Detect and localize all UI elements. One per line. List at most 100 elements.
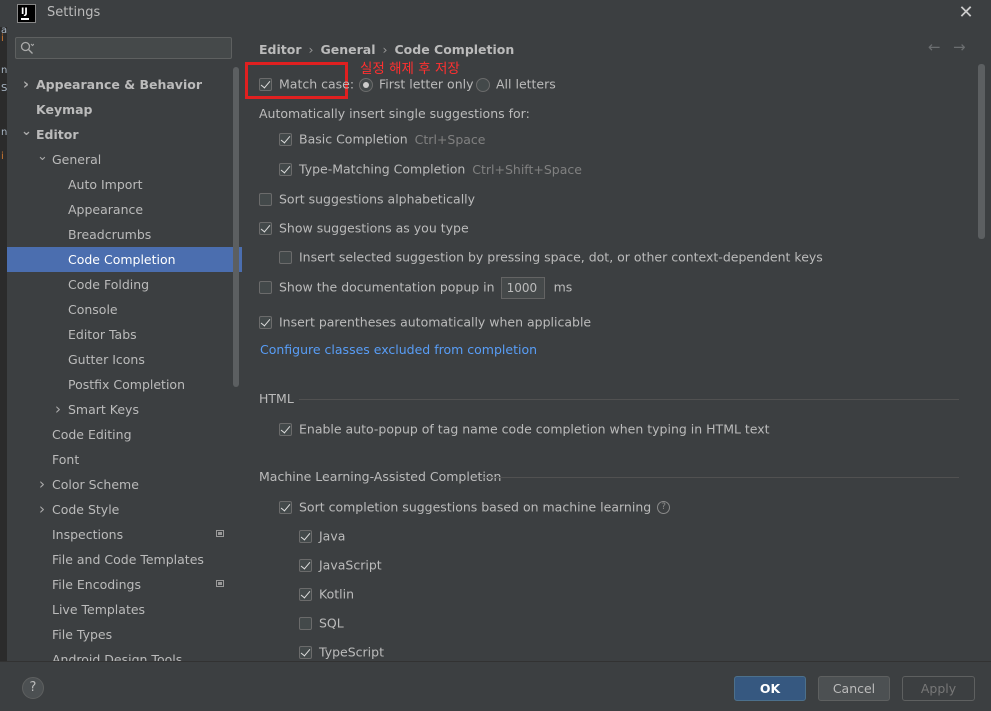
- ml-kotlin-label: Kotlin: [319, 586, 354, 602]
- sidebar-item-keymap[interactable]: Keymap: [7, 97, 242, 122]
- sidebar-item-code-editing[interactable]: Code Editing: [7, 422, 242, 447]
- edge-char: i: [1, 33, 4, 44]
- doc-popup-checkbox[interactable]: [259, 281, 272, 294]
- sidebar-item-file-types[interactable]: File Types: [7, 622, 242, 647]
- edge-char: i: [1, 151, 4, 162]
- basic-completion-checkbox[interactable]: [279, 133, 292, 146]
- sidebar-item-font[interactable]: Font: [7, 447, 242, 472]
- type-matching-checkbox[interactable]: [279, 163, 292, 176]
- sidebar-item-breadcrumbs[interactable]: Breadcrumbs: [7, 222, 242, 247]
- chevron-right-icon[interactable]: ›: [37, 472, 47, 497]
- insert-selected-checkbox[interactable]: [279, 251, 292, 264]
- sidebar-item-label: Appearance: [68, 202, 144, 217]
- sidebar-item-code-style[interactable]: › Code Style: [7, 497, 242, 522]
- sidebar-item-label: File and Code Templates: [52, 552, 204, 567]
- ml-sql-checkbox[interactable]: [299, 617, 312, 630]
- insert-parens-checkbox[interactable]: [259, 316, 272, 329]
- sidebar-item-label: File Types: [52, 627, 113, 642]
- show-as-you-type-checkbox[interactable]: [259, 222, 272, 235]
- html-autopopup-label: Enable auto-popup of tag name code compl…: [299, 421, 770, 437]
- sidebar-item-label: File Encodings: [52, 577, 142, 592]
- sort-alpha-row: Sort suggestions alphabetically: [259, 191, 475, 208]
- ml-sql-label: SQL: [319, 615, 344, 631]
- ml-lang-row: Java: [299, 528, 345, 545]
- sidebar-item-color-scheme[interactable]: › Color Scheme: [7, 472, 242, 497]
- sidebar-item-label: Code Completion: [68, 252, 176, 267]
- sidebar-item-auto-import[interactable]: Auto Import: [7, 172, 242, 197]
- radio-first-letter-row: First letter only: [359, 76, 474, 93]
- ml-javascript-checkbox[interactable]: [299, 559, 312, 572]
- chevron-right-icon[interactable]: ›: [37, 497, 47, 522]
- sidebar-item-label: Code Style: [52, 502, 120, 517]
- match-case-checkbox[interactable]: [259, 78, 272, 91]
- configure-excluded-classes-link[interactable]: Configure classes excluded from completi…: [260, 342, 537, 357]
- sidebar-item-editor-tabs[interactable]: Editor Tabs: [7, 322, 242, 347]
- ml-typescript-checkbox[interactable]: [299, 646, 312, 659]
- ok-button[interactable]: OK: [734, 676, 806, 701]
- forward-arrow-icon[interactable]: →: [953, 38, 966, 56]
- section-divider: [299, 399, 959, 400]
- settings-search-input[interactable]: [15, 37, 232, 59]
- sidebar-item-appearance[interactable]: Appearance: [7, 197, 242, 222]
- sidebar-item-label: Editor Tabs: [68, 327, 137, 342]
- help-circle-icon[interactable]: ?: [657, 501, 671, 514]
- background-editor-edge: a i n S n i: [0, 25, 7, 711]
- chevron-right-icon[interactable]: ›: [53, 397, 63, 422]
- ml-kotlin-checkbox[interactable]: [299, 588, 312, 601]
- window-title: Settings: [47, 5, 101, 20]
- sidebar-item-file-and-code-templates[interactable]: File and Code Templates: [7, 547, 242, 572]
- ml-lang-row: TypeScript: [299, 644, 384, 661]
- sort-alpha-checkbox[interactable]: [259, 193, 272, 206]
- html-section-title: HTML: [259, 391, 294, 406]
- type-matching-label: Type-Matching Completion: [299, 161, 466, 177]
- ml-lang-row: SQL: [299, 615, 344, 632]
- all-letters-radio[interactable]: [476, 77, 490, 92]
- first-letter-label: First letter only: [379, 76, 474, 92]
- insert-selected-row: Insert selected suggestion by pressing s…: [279, 249, 823, 266]
- cancel-button[interactable]: Cancel: [818, 676, 890, 701]
- sidebar-item-live-templates[interactable]: Live Templates: [7, 597, 242, 622]
- sidebar-item-label: Font: [52, 452, 80, 467]
- sidebar-item-appearance-behavior[interactable]: › Appearance & Behavior: [7, 72, 242, 97]
- chevron-down-icon[interactable]: ⌄: [37, 144, 48, 169]
- back-arrow-icon[interactable]: ←: [928, 38, 941, 56]
- insert-parens-label: Insert parentheses automatically when ap…: [279, 314, 592, 330]
- sidebar-item-label: Appearance & Behavior: [36, 77, 202, 92]
- chevron-right-icon[interactable]: ›: [21, 72, 31, 97]
- ml-lang-row: Kotlin: [299, 586, 354, 603]
- project-scope-icon: [216, 530, 224, 537]
- basic-completion-row: Basic Completion Ctrl+Space: [279, 131, 485, 148]
- first-letter-radio[interactable]: [359, 77, 373, 92]
- chevron-right-icon: ›: [382, 42, 388, 57]
- close-icon[interactable]: ✕: [955, 2, 977, 24]
- help-button[interactable]: ?: [22, 677, 44, 699]
- sidebar-item-smart-keys[interactable]: › Smart Keys: [7, 397, 242, 422]
- sidebar-item-android-design-tools[interactable]: Android Design Tools: [7, 647, 242, 661]
- sidebar-item-general[interactable]: ⌄ General: [7, 147, 242, 172]
- sidebar-item-inspections[interactable]: Inspections: [7, 522, 242, 547]
- app-logo-icon: IJ: [17, 4, 36, 23]
- sidebar-item-label: Keymap: [36, 102, 93, 117]
- dialog-footer: ? OK Cancel Apply: [0, 661, 991, 711]
- sidebar-item-file-encodings[interactable]: File Encodings: [7, 572, 242, 597]
- settings-sidebar: › Appearance & Behavior Keymap ⌄ Editor ⌄ Gene…: [7, 27, 242, 661]
- ml-sort-checkbox[interactable]: [279, 501, 292, 514]
- doc-popup-delay-input[interactable]: [500, 276, 545, 299]
- sidebar-item-code-completion[interactable]: Code Completion: [7, 247, 242, 272]
- sidebar-item-code-folding[interactable]: Code Folding: [7, 272, 242, 297]
- ml-sort-row: Sort completion suggestions based on mac…: [279, 499, 671, 516]
- html-autopopup-checkbox[interactable]: [279, 423, 292, 436]
- insert-selected-label: Insert selected suggestion by pressing s…: [299, 249, 823, 265]
- panel-scrollbar[interactable]: [978, 64, 985, 239]
- sidebar-item-console[interactable]: Console: [7, 297, 242, 322]
- all-letters-label: All letters: [496, 76, 556, 92]
- sidebar-item-postfix-completion[interactable]: Postfix Completion: [7, 372, 242, 397]
- sidebar-item-label: Gutter Icons: [68, 352, 145, 367]
- ml-java-checkbox[interactable]: [299, 530, 312, 543]
- apply-button[interactable]: Apply: [902, 676, 975, 701]
- sidebar-scrollbar[interactable]: [233, 67, 239, 387]
- sidebar-item-gutter-icons[interactable]: Gutter Icons: [7, 347, 242, 372]
- ml-javascript-label: JavaScript: [319, 557, 382, 573]
- annotation-text: 실정 해제 후 저장: [360, 61, 460, 77]
- chevron-down-icon[interactable]: ⌄: [21, 119, 32, 144]
